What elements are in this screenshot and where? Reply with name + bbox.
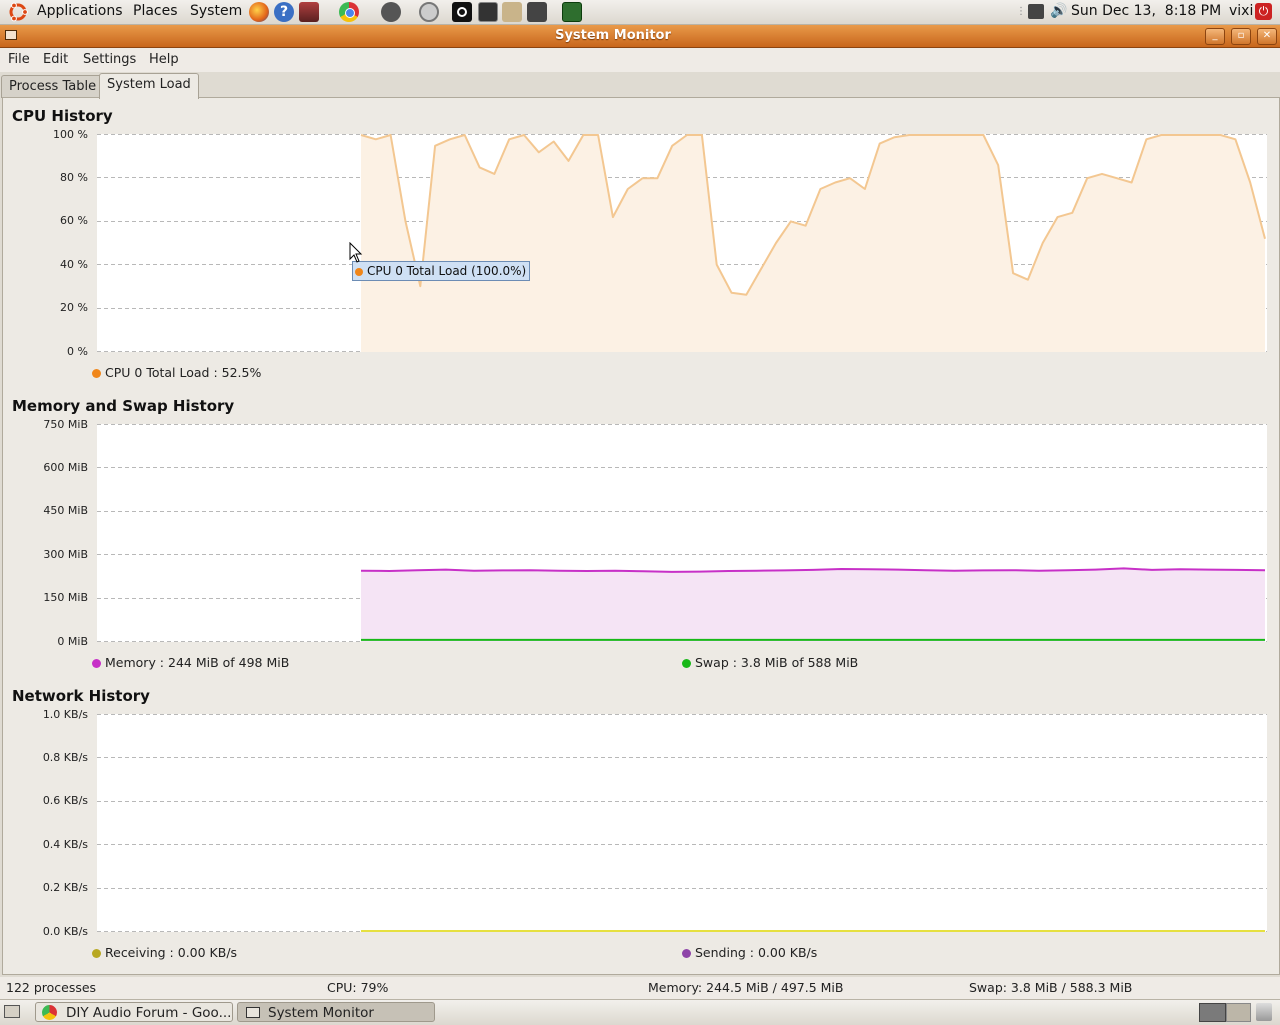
volume-icon[interactable]: 🔊	[1050, 3, 1067, 19]
network-app-icon[interactable]	[527, 2, 547, 22]
mouse-pointer-icon	[349, 242, 363, 263]
graph-background	[97, 714, 1267, 932]
task-chrome-window[interactable]: DIY Audio Forum - Goo...	[35, 1002, 233, 1022]
sending-legend[interactable]: Sending : 0.00 KB/s	[682, 945, 817, 960]
task-label: DIY Audio Forum - Goo...	[66, 1005, 232, 1021]
applications-menu[interactable]: Applications	[37, 3, 123, 19]
places-menu[interactable]: Places	[133, 3, 178, 19]
sending-legend-label: Sending : 0.00 KB/s	[695, 945, 818, 960]
firefox-icon[interactable]	[249, 2, 269, 22]
chrome-icon	[42, 1005, 57, 1020]
panel-separator-icon: ⋮	[1016, 6, 1026, 17]
cpu-color-swatch[interactable]	[92, 369, 101, 378]
memory-area	[361, 568, 1265, 642]
memory-history-graph	[97, 424, 1267, 642]
network-ytick: 0.4 KB/s	[42, 838, 88, 851]
memory-ytick: 150 MiB	[43, 591, 88, 604]
menubar: File Edit Settings Help	[0, 48, 1280, 72]
trash-icon[interactable]	[1256, 1003, 1272, 1021]
system-monitor-icon	[246, 1007, 260, 1018]
cpu-ytick: 100 %	[53, 128, 88, 141]
menu-help[interactable]: Help	[149, 52, 179, 67]
network-history-graph	[97, 714, 1267, 932]
workspace-1[interactable]	[1199, 1003, 1226, 1022]
task-label: System Monitor	[268, 1005, 374, 1021]
cpu-history-title: CPU History	[12, 107, 113, 125]
menu-settings[interactable]: Settings	[83, 52, 136, 67]
cpu-legend[interactable]: CPU 0 Total Load : 52.5%	[92, 365, 261, 380]
network-ytick: 0.8 KB/s	[42, 751, 88, 764]
memory-legend-label: Memory : 244 MiB of 498 MiB	[105, 655, 290, 670]
statusbar: 122 processes CPU: 79% Memory: 244.5 MiB…	[0, 977, 1280, 999]
status-memory: Memory: 244.5 MiB / 497.5 MiB	[648, 980, 844, 995]
network-history-title: Network History	[12, 687, 150, 705]
pidgin-icon[interactable]	[381, 2, 401, 22]
camera-icon[interactable]	[452, 2, 472, 22]
tab-process-table[interactable]: Process Table	[1, 75, 105, 98]
tooltip-color-swatch	[355, 268, 363, 276]
network-ytick: 0.2 KB/s	[42, 881, 88, 894]
show-desktop-icon[interactable]	[4, 1005, 20, 1018]
system-monitor-launcher-icon[interactable]	[562, 2, 582, 22]
cpu-ytick: 60 %	[60, 214, 88, 227]
memory-ytick: 750 MiB	[43, 418, 88, 431]
network-ytick: 0.6 KB/s	[42, 794, 88, 807]
window-titlebar[interactable]: System Monitor _ ▫ ✕	[0, 25, 1280, 48]
maximize-button[interactable]: ▫	[1231, 28, 1251, 45]
close-button[interactable]: ✕	[1257, 28, 1277, 45]
chrome-icon[interactable]	[339, 2, 359, 22]
cpu-tooltip: CPU 0 Total Load (100.0%)	[352, 261, 531, 281]
system-menu[interactable]: System	[190, 3, 242, 19]
network-ytick: 0.0 KB/s	[42, 925, 88, 938]
clock[interactable]: Sun Dec 13, 8:18 PM	[1071, 3, 1221, 19]
cpu-ytick: 40 %	[60, 258, 88, 271]
top-panel: Applications Places System ? ⋮ 🔊 Sun Dec…	[0, 0, 1280, 25]
swap-legend[interactable]: Swap : 3.8 MiB of 588 MiB	[682, 655, 858, 670]
menu-file[interactable]: File	[8, 52, 30, 67]
sending-color-swatch[interactable]	[682, 949, 691, 958]
cpu-legend-label: CPU 0 Total Load : 52.5%	[105, 365, 262, 380]
power-icon[interactable]: ⏻	[1255, 3, 1272, 20]
users-icon[interactable]	[502, 2, 522, 22]
ubuntu-logo-icon[interactable]	[8, 2, 28, 22]
memory-ytick: 0 MiB	[57, 635, 88, 648]
workspace-2[interactable]	[1226, 1003, 1251, 1022]
receiving-legend-label: Receiving : 0.00 KB/s	[105, 945, 238, 960]
status-processes: 122 processes	[6, 980, 97, 995]
memory-ytick: 300 MiB	[43, 548, 88, 561]
swap-legend-label: Swap : 3.8 MiB of 588 MiB	[695, 655, 859, 670]
status-cpu: CPU: 79%	[327, 980, 389, 995]
memory-history-title: Memory and Swap History	[12, 397, 235, 415]
tab-system-load[interactable]: System Load	[99, 73, 199, 99]
cpu-ytick: 20 %	[60, 301, 88, 314]
cpu-ytick: 0 %	[67, 345, 88, 358]
bottom-taskbar: DIY Audio Forum - Goo... System Monitor	[0, 999, 1280, 1025]
memory-ytick: 450 MiB	[43, 504, 88, 517]
memory-ytick: 600 MiB	[43, 461, 88, 474]
help-icon[interactable]: ?	[274, 2, 294, 22]
minimize-button[interactable]: _	[1205, 28, 1225, 45]
network-ytick: 1.0 KB/s	[42, 708, 88, 721]
cpu-history-graph	[97, 134, 1267, 352]
audio-app-icon[interactable]	[419, 2, 439, 22]
memory-legend[interactable]: Memory : 244 MiB of 498 MiB	[92, 655, 289, 670]
cpu-ytick: 80 %	[60, 171, 88, 184]
monitor-icon[interactable]	[299, 2, 319, 22]
terminal-icon[interactable]	[478, 2, 498, 22]
task-system-monitor-window[interactable]: System Monitor	[237, 1002, 435, 1022]
network-status-icon[interactable]	[1028, 4, 1044, 19]
tooltip-label: CPU 0 Total Load (100.0%)	[367, 264, 527, 278]
window-title: System Monitor	[555, 28, 671, 43]
memory-color-swatch[interactable]	[92, 659, 101, 668]
user-name[interactable]: vixi	[1229, 3, 1253, 19]
status-swap: Swap: 3.8 MiB / 588.3 MiB	[969, 980, 1133, 995]
swap-color-swatch[interactable]	[682, 659, 691, 668]
menu-edit[interactable]: Edit	[43, 52, 68, 67]
receiving-legend[interactable]: Receiving : 0.00 KB/s	[92, 945, 237, 960]
receiving-color-swatch[interactable]	[92, 949, 101, 958]
